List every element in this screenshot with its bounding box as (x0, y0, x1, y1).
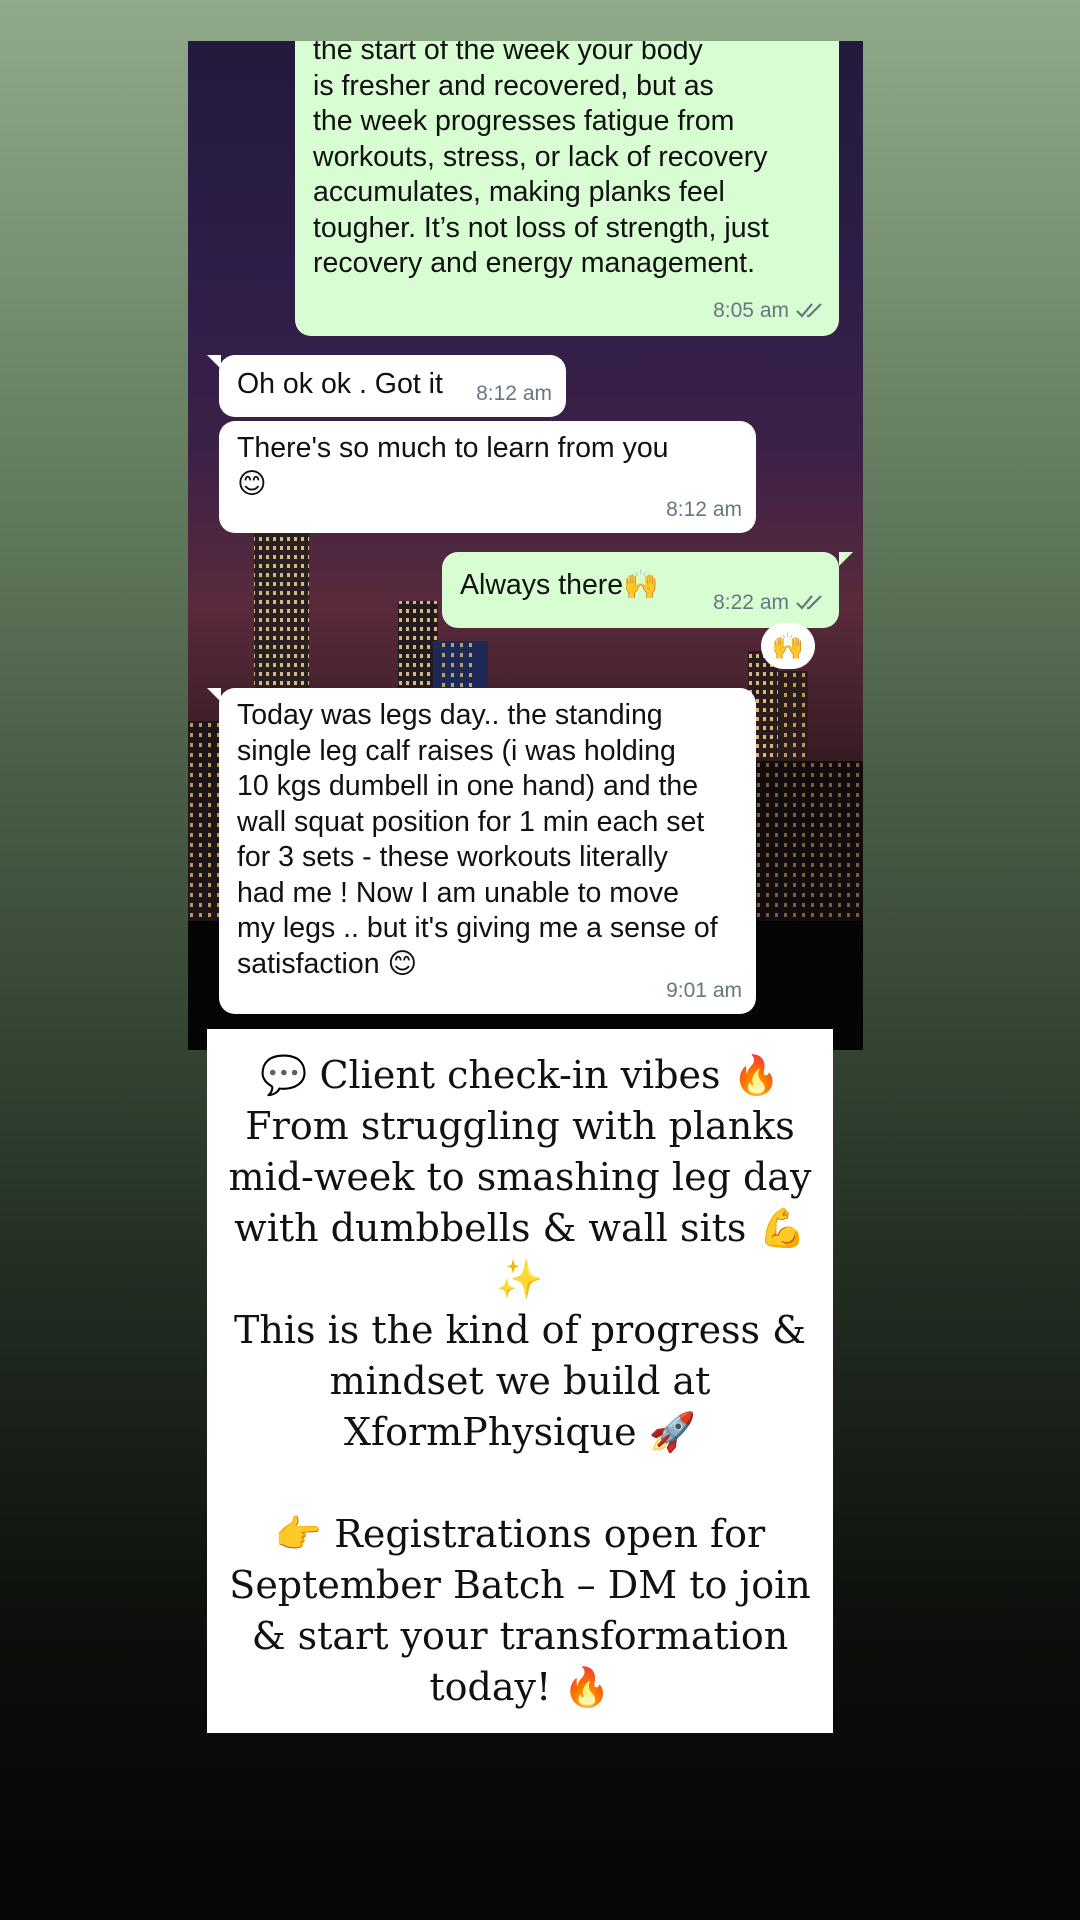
message-text: There's so much to learn from you 😊 (237, 432, 669, 500)
timestamp-text: 8:22 am (713, 590, 789, 614)
caption-line: This is the kind of progress & (234, 1308, 806, 1352)
incoming-message[interactable]: Oh ok ok . Got it 8:12 am (219, 355, 566, 417)
message-timestamp: 8:05 am (713, 293, 825, 329)
incoming-message[interactable]: There's so much to learn from you 😊 8:12… (219, 421, 756, 533)
caption-line: From struggling with planks (245, 1104, 795, 1148)
chat-screenshot: the start of the week your body is fresh… (188, 41, 863, 1050)
caption-line: September Batch – DM to join (229, 1563, 811, 1607)
message-timestamp: 9:01 am (666, 978, 742, 1002)
incoming-message[interactable]: Today was legs day.. the standing single… (219, 688, 756, 1014)
caption-line: 👉 Registrations open for (274, 1512, 766, 1556)
timestamp-text: 8:05 am (713, 298, 789, 322)
double-check-icon (796, 302, 822, 318)
caption-line: today! 🔥 (429, 1665, 611, 1709)
message-text: Today was legs day.. the standing single… (237, 699, 718, 980)
caption-line: with dumbbells & wall sits 💪 (234, 1206, 806, 1250)
caption-line: ✨ (496, 1257, 544, 1301)
message-timestamp: 8:12 am (666, 497, 742, 521)
message-timestamp: 8:12 am (476, 381, 552, 405)
message-timestamp: 8:22 am (713, 585, 825, 621)
outgoing-message[interactable]: the start of the week your body is fresh… (295, 41, 839, 336)
bubble-tail (839, 552, 853, 566)
caption-line: XformPhysique 🚀 (343, 1410, 697, 1454)
caption-line: 💬 Client check-in vibes 🔥 (260, 1053, 780, 1097)
caption-spacer (221, 1458, 819, 1509)
caption-line: mid-week to smashing leg day (228, 1155, 812, 1199)
message-text: the start of the week your body is fresh… (313, 41, 769, 279)
caption-line: & start your transformation (251, 1614, 789, 1658)
reaction-badge[interactable]: 🙌 (761, 623, 815, 669)
story-screen: { "chat": { "messages": [ { "direction":… (0, 0, 1080, 1920)
outgoing-message[interactable]: Always there🙌 8:22 am (442, 552, 839, 628)
caption-line: mindset we build at (329, 1359, 711, 1403)
caption-card: 💬 Client check-in vibes 🔥 From strugglin… (207, 1029, 833, 1733)
double-check-icon (796, 594, 822, 610)
